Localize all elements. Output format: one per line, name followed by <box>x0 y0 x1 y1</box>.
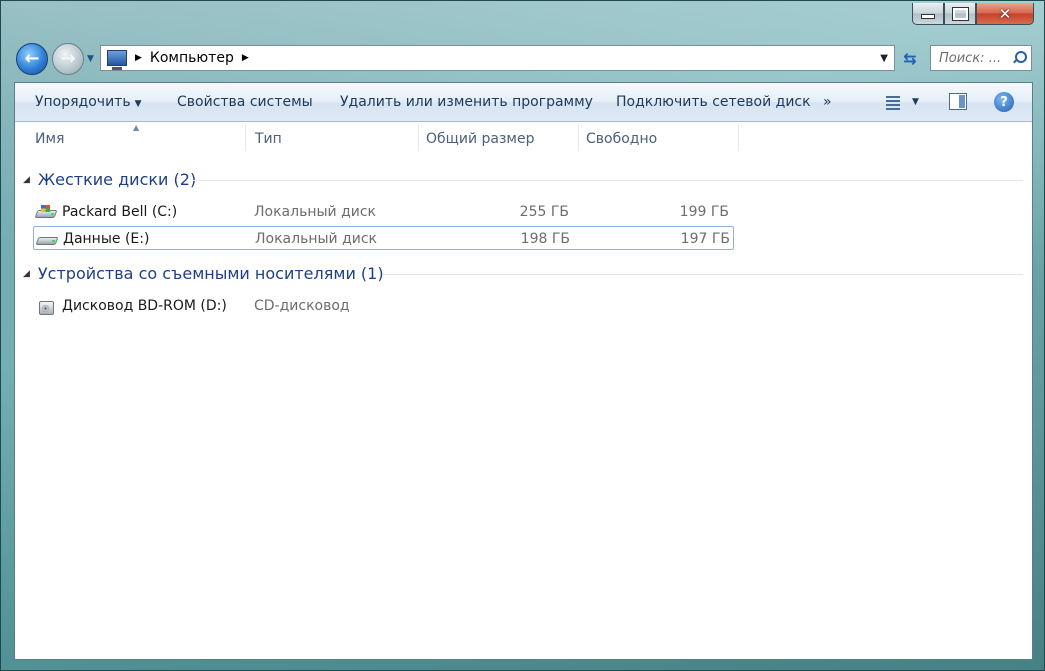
item-type: Локальный диск <box>254 204 377 220</box>
forward-button[interactable]: → <box>52 43 84 75</box>
back-button[interactable]: ← <box>16 43 48 75</box>
minimize-button[interactable] <box>912 3 944 25</box>
column-divider[interactable] <box>738 125 739 151</box>
item-free: 199 ГБ <box>679 204 729 220</box>
minimize-icon <box>921 14 935 19</box>
list-item[interactable]: Данные (E:) Локальный диск 198 ГБ 197 ГБ <box>33 226 734 250</box>
map-network-drive-button[interactable]: Подключить сетевой диск <box>616 94 811 110</box>
view-dropdown-icon[interactable]: ▼ <box>912 97 919 107</box>
column-divider[interactable] <box>578 125 579 151</box>
more-commands-button[interactable]: » <box>823 94 832 110</box>
content-pane: Упорядочить ▼ Свойства системы Удалить ил… <box>14 82 1033 660</box>
explorer-window: ✕ ← → ▼ ▶ Компьютер ▶ ▼ ⇆ Поиск: ... Упо… <box>0 0 1045 671</box>
item-type: Локальный диск <box>255 231 378 247</box>
item-free: 197 ГБ <box>680 231 730 247</box>
column-headers: ▲ Имя Тип Общий размер Свободно <box>15 123 1032 155</box>
collapse-triangle-icon: ◢ <box>23 268 30 279</box>
maximize-icon <box>951 6 969 21</box>
caption-buttons: ✕ <box>912 3 1034 27</box>
chevron-down-icon: ▼ <box>134 99 142 109</box>
group-header-removable[interactable]: ◢ Устройства со съемными носителями (1) <box>23 264 384 283</box>
group-title: Устройства со съемными носителями (1) <box>37 264 384 283</box>
close-button[interactable]: ✕ <box>976 3 1034 25</box>
address-bar[interactable]: ▶ Компьютер ▶ ▼ <box>100 45 895 71</box>
maximize-button[interactable] <box>944 3 976 25</box>
item-total-size: 198 ГБ <box>520 231 570 247</box>
group-title: Жесткие диски (2) <box>37 170 197 189</box>
computer-icon <box>107 50 127 70</box>
uninstall-program-button[interactable]: Удалить или изменить программу <box>340 94 593 110</box>
organize-label: Упорядочить <box>35 94 131 110</box>
item-name: Packard Bell (C:) <box>62 204 178 220</box>
item-total-size: 255 ГБ <box>519 204 569 220</box>
sort-ascending-icon: ▲ <box>133 123 140 132</box>
breadcrumb-computer[interactable]: Компьютер <box>150 50 234 66</box>
refresh-button[interactable]: ⇆ <box>897 45 923 71</box>
column-divider[interactable] <box>245 125 246 151</box>
preview-pane-icon[interactable] <box>949 93 967 110</box>
list-item[interactable]: Packard Bell (C:) Локальный диск 255 ГБ … <box>33 200 734 224</box>
arrow-right-icon: → <box>60 48 76 69</box>
help-icon[interactable]: ? <box>994 92 1014 112</box>
group-divider <box>383 274 1023 275</box>
system-properties-button[interactable]: Свойства системы <box>177 94 313 110</box>
column-header-type[interactable]: Тип <box>255 131 282 147</box>
item-type: CD-дисковод <box>254 298 350 314</box>
optical-drive-icon <box>36 299 56 315</box>
command-bar: Упорядочить ▼ Свойства системы Удалить ил… <box>15 83 1032 122</box>
column-divider[interactable] <box>418 125 419 151</box>
hard-drive-icon <box>35 232 59 246</box>
list-item[interactable]: Дисковод BD-ROM (D:) CD-дисковод <box>33 294 734 318</box>
close-icon: ✕ <box>998 4 1012 23</box>
group-header-hard-drives[interactable]: ◢ Жесткие диски (2) <box>23 170 196 189</box>
group-divider <box>193 180 1023 181</box>
collapse-triangle-icon: ◢ <box>23 174 30 185</box>
history-dropdown-icon[interactable]: ▼ <box>87 54 94 64</box>
column-header-name[interactable]: Имя <box>35 131 64 147</box>
chevron-right-icon[interactable]: ▶ <box>135 53 142 63</box>
organize-button[interactable]: Упорядочить ▼ <box>35 94 142 110</box>
address-dropdown-icon[interactable]: ▼ <box>880 53 888 64</box>
item-name: Данные (E:) <box>63 231 150 247</box>
view-details-icon[interactable] <box>880 94 900 110</box>
search-icon[interactable] <box>1012 51 1027 65</box>
column-header-free[interactable]: Свободно <box>586 131 657 147</box>
search-input[interactable]: Поиск: ... <box>930 45 1032 71</box>
search-placeholder: Поиск: ... <box>939 50 1002 66</box>
arrow-left-icon: ← <box>24 48 40 69</box>
refresh-icon: ⇆ <box>903 48 917 68</box>
column-header-total-size[interactable]: Общий размер <box>426 131 534 147</box>
item-name: Дисковод BD-ROM (D:) <box>62 298 227 314</box>
windows-drive-icon <box>34 205 58 219</box>
chevron-right-icon[interactable]: ▶ <box>242 53 249 63</box>
